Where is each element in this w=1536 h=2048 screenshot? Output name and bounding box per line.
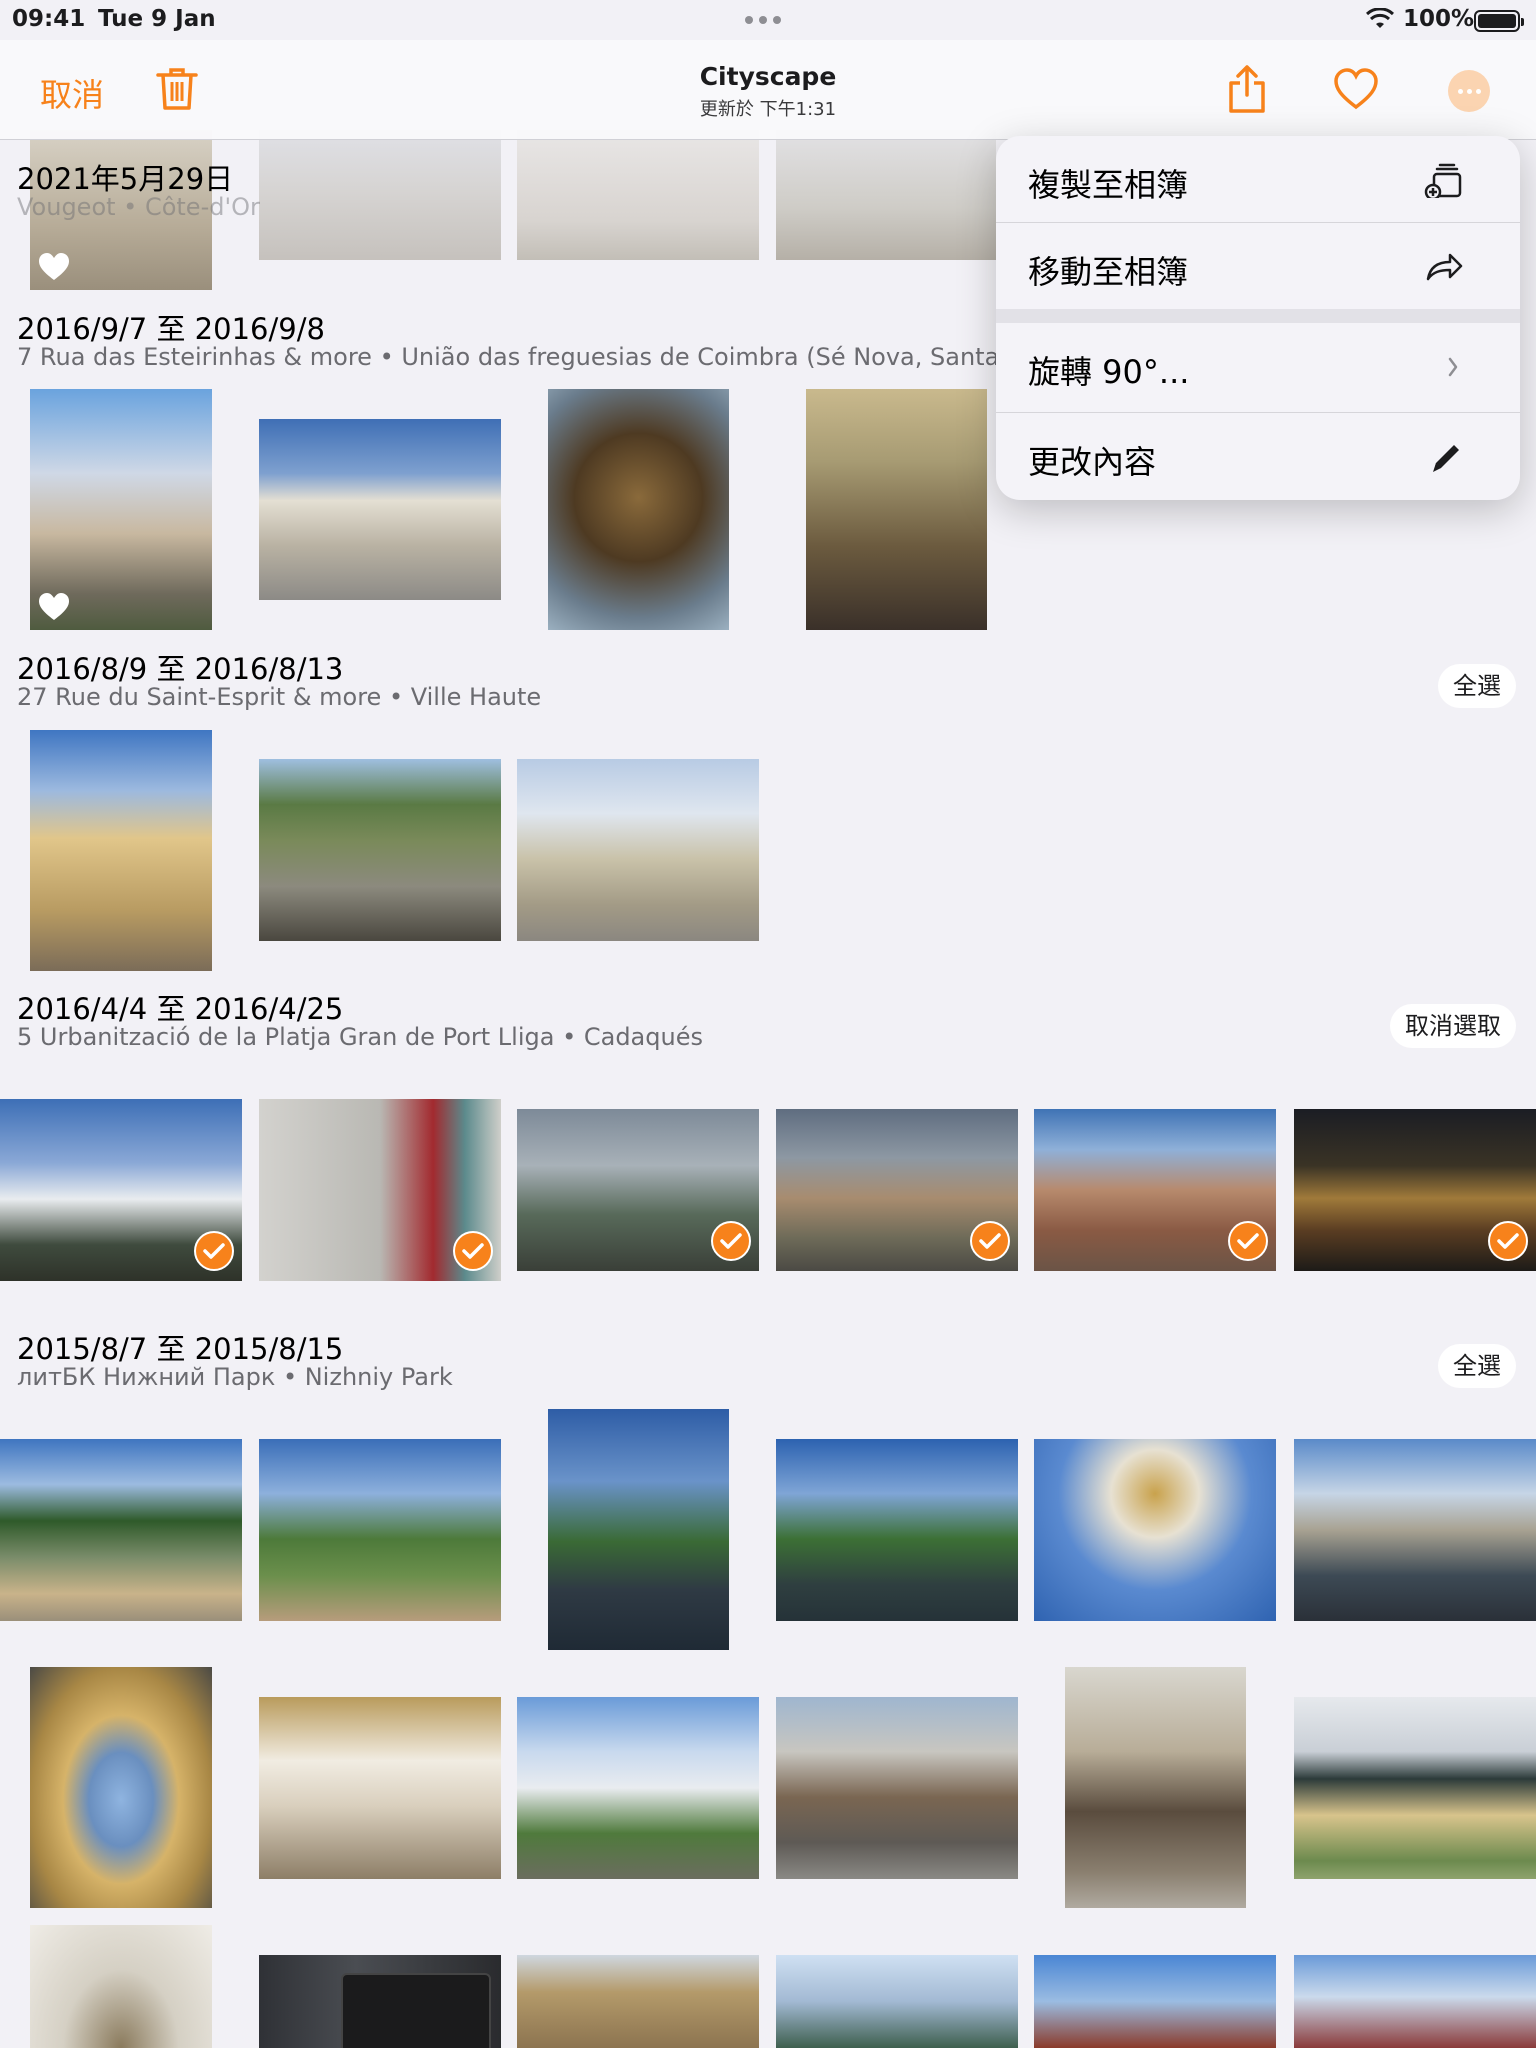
photo-thumbnail[interactable] xyxy=(259,419,501,600)
photo-thumbnail-selected[interactable] xyxy=(0,1099,242,1281)
photo-thumbnail-selected[interactable] xyxy=(259,1099,501,1281)
photo-thumbnail[interactable] xyxy=(1294,1439,1536,1621)
photo-thumbnail[interactable] xyxy=(30,1667,212,1908)
photo-thumbnail[interactable] xyxy=(776,1439,1018,1621)
photo-thumbnail[interactable] xyxy=(259,1439,501,1621)
checkmark-icon xyxy=(1228,1221,1268,1261)
battery-icon xyxy=(1474,10,1524,32)
photo-thumbnail[interactable] xyxy=(548,1409,729,1650)
multitasking-dots[interactable] xyxy=(745,16,781,24)
photo-thumbnail[interactable] xyxy=(776,130,996,260)
menu-edit-content[interactable]: 更改內容 xyxy=(996,413,1520,499)
status-bar: 09:41 Tue 9 Jan 100% xyxy=(0,0,1536,40)
section-location[interactable]: 5 Urbanització de la Platja Gran de Port… xyxy=(17,1023,703,1051)
menu-rotate[interactable]: 旋轉 90°... xyxy=(996,323,1520,409)
photo-thumbnail[interactable] xyxy=(517,759,759,941)
checkmark-icon xyxy=(1488,1221,1528,1261)
photo-thumbnail[interactable] xyxy=(806,389,987,630)
photo-thumbnail[interactable] xyxy=(259,1697,501,1879)
favorite-heart-icon xyxy=(39,593,69,620)
battery-percent: 100% xyxy=(1403,6,1475,32)
menu-label: 複製至相簿 xyxy=(1028,166,1189,204)
menu-label: 更改內容 xyxy=(1028,443,1157,481)
select-all-button[interactable]: 全選 xyxy=(1438,1344,1516,1388)
menu-label: 旋轉 90°... xyxy=(1028,353,1190,391)
deselect-button[interactable]: 取消選取 xyxy=(1390,1004,1516,1048)
album-updated: 更新於 下午1:31 xyxy=(699,99,837,120)
checkmark-icon xyxy=(453,1231,493,1271)
section-title: 2015/8/7 至 2015/8/15 xyxy=(17,1332,344,1366)
photo-thumbnail-selected[interactable] xyxy=(776,1109,1018,1271)
menu-copy-to-album[interactable]: 複製至相簿 xyxy=(996,136,1520,222)
photo-thumbnail[interactable] xyxy=(30,1925,212,2048)
photo-thumbnail[interactable] xyxy=(30,730,212,971)
photo-thumbnail[interactable] xyxy=(259,1955,501,2048)
checkmark-icon xyxy=(970,1221,1010,1261)
photo-thumbnail[interactable] xyxy=(0,1439,242,1621)
more-icon[interactable] xyxy=(1448,70,1490,112)
menu-label: 移動至相簿 xyxy=(1028,253,1189,291)
select-all-button[interactable]: 全選 xyxy=(1438,664,1516,708)
status-time: 09:41 xyxy=(12,6,86,32)
chevron-right-icon xyxy=(1448,357,1458,377)
section-location[interactable]: литБК Нижний Парк • Nizhniy Park xyxy=(17,1363,453,1391)
section-title: 2016/9/7 至 2016/9/8 xyxy=(17,312,325,346)
menu-move-to-album[interactable]: 移動至相簿 xyxy=(996,223,1520,309)
pencil-icon xyxy=(1433,445,1459,472)
section-title: 2016/8/9 至 2016/8/13 xyxy=(17,652,344,686)
section-location[interactable]: Vougeot • Côte-d'Or xyxy=(17,193,260,221)
favorite-heart-icon xyxy=(39,253,69,280)
photo-thumbnail[interactable] xyxy=(1294,1697,1536,1879)
section-title: 2016/4/4 至 2016/4/25 xyxy=(17,992,344,1026)
photo-thumbnail[interactable] xyxy=(1034,1955,1276,2048)
copy-to-album-icon xyxy=(1424,163,1462,198)
photo-thumbnail[interactable] xyxy=(517,130,759,260)
wifi-icon xyxy=(1366,8,1394,28)
photo-thumbnail[interactable] xyxy=(1034,1439,1276,1621)
photo-thumbnail[interactable] xyxy=(776,1697,1018,1879)
album-title: Cityscape xyxy=(699,62,837,91)
move-icon xyxy=(1426,253,1463,281)
heart-icon[interactable] xyxy=(1334,68,1378,110)
checkmark-icon xyxy=(194,1231,234,1271)
photo-thumbnail-selected[interactable] xyxy=(517,1109,759,1271)
share-icon[interactable] xyxy=(1226,64,1268,114)
status-date: Tue 9 Jan xyxy=(98,6,216,32)
photo-thumbnail-selected[interactable] xyxy=(1294,1109,1536,1271)
photo-thumbnail[interactable] xyxy=(30,389,212,630)
photo-thumbnail[interactable] xyxy=(259,130,501,260)
photo-thumbnail[interactable] xyxy=(548,389,729,630)
photo-thumbnail[interactable] xyxy=(517,1955,759,2048)
photo-thumbnail[interactable] xyxy=(517,1697,759,1879)
context-menu: 複製至相簿 移動至相簿 旋轉 90°... 更改內容 xyxy=(996,136,1520,500)
section-title: 2021年5月29日 xyxy=(17,162,234,196)
section-location[interactable]: 27 Rue du Saint-Esprit & more • Ville Ha… xyxy=(17,683,541,711)
photo-thumbnail[interactable] xyxy=(776,1955,1018,2048)
section-location[interactable]: 7 Rua das Esteirinhas & more • União das… xyxy=(17,343,997,371)
photo-thumbnail[interactable] xyxy=(1294,1955,1536,2048)
photo-thumbnail[interactable] xyxy=(1065,1667,1246,1908)
checkmark-icon xyxy=(711,1221,751,1261)
navigation-bar: 取消 Cityscape 更新於 下午1:31 xyxy=(0,40,1536,140)
photo-thumbnail-selected[interactable] xyxy=(1034,1109,1276,1271)
photo-thumbnail[interactable] xyxy=(259,759,501,941)
